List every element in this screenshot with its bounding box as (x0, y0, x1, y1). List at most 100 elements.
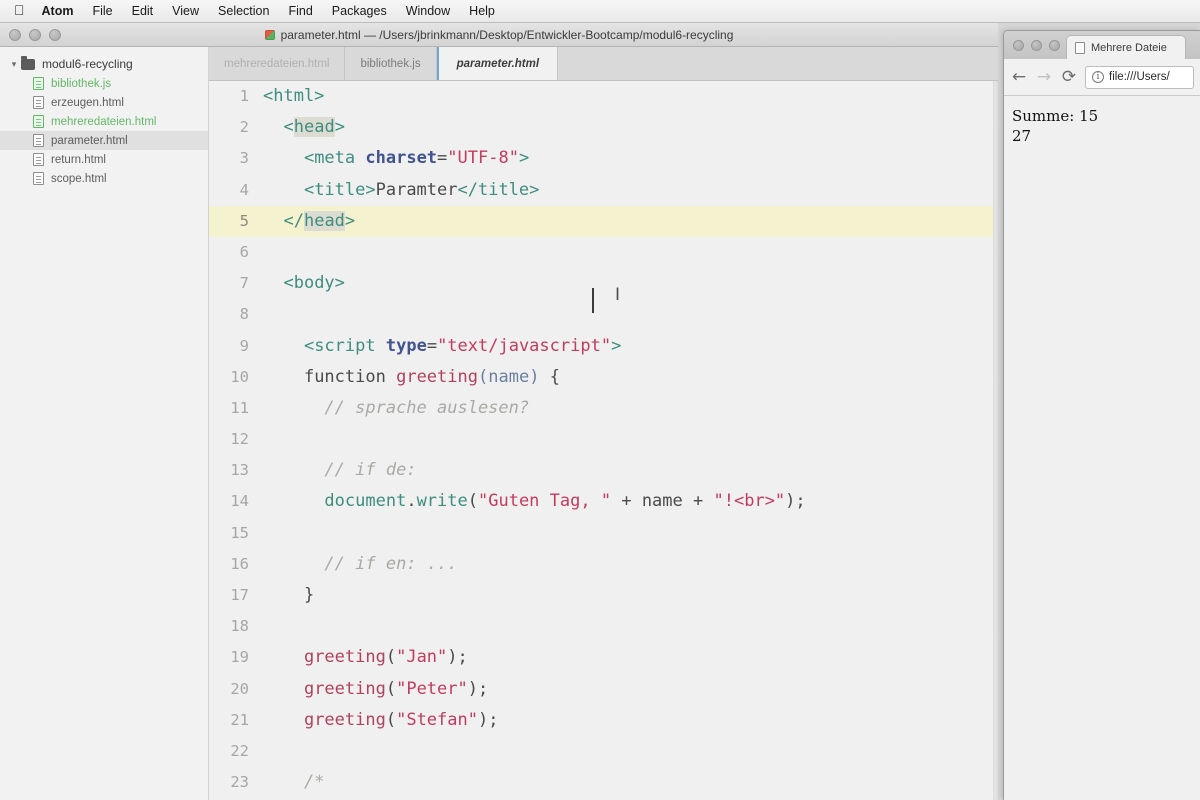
code-text[interactable]: // if de: (263, 455, 416, 486)
atom-titlebar: parameter.html — /Users/jbrinkmann/Deskt… (0, 23, 998, 47)
code-text[interactable]: </head> (263, 206, 355, 237)
file-icon (33, 134, 44, 147)
mouse-text-cursor-icon: I (615, 285, 621, 305)
code-text[interactable]: greeting("Stefan"); (263, 705, 499, 736)
line-number: 3 (239, 149, 249, 168)
line-number: 9 (239, 336, 249, 355)
line-number: 11 (230, 398, 249, 417)
line-number: 16 (230, 554, 249, 573)
tree-item-erzeugen-html[interactable]: erzeugen.html (0, 93, 208, 112)
tree-item-scope-html[interactable]: scope.html (0, 169, 208, 188)
chevron-down-icon[interactable]: ▾ (8, 59, 20, 69)
browser-tab-label: Mehrere Dateie (1091, 41, 1167, 54)
tabbar-empty-space (558, 47, 998, 80)
tree-root-folder[interactable]: ▾ modul6-recycling (0, 54, 208, 74)
code-text[interactable]: function greeting(name) { (263, 362, 560, 393)
browser-tabstrip: Mehrere Dateie (1004, 31, 1200, 59)
folder-icon (21, 55, 35, 70)
menu-item-edit[interactable]: Edit (132, 4, 154, 18)
code-line: 16 // if en: ... (209, 549, 998, 580)
menu-item-help[interactable]: Help (469, 4, 495, 18)
code-line: 13 // if de: (209, 455, 998, 486)
tree-view[interactable]: ▾ modul6-recycling bibliothek.js erzeuge… (0, 47, 209, 800)
tree-item-bibliothek-js[interactable]: bibliothek.js (0, 74, 208, 93)
line-number: 8 (239, 305, 249, 324)
back-button[interactable]: ← (1010, 68, 1028, 86)
code-text[interactable]: <script type="text/javascript"> (263, 331, 621, 362)
line-number: 18 (230, 617, 249, 636)
menu-item-find[interactable]: Find (288, 4, 312, 18)
code-text[interactable]: document.write("Guten Tag, " + name + "!… (263, 486, 805, 517)
code-text[interactable]: /* (263, 767, 324, 798)
atom-app-icon (264, 29, 275, 40)
tree-item-label: erzeugen.html (51, 96, 124, 109)
code-text[interactable]: <title>Paramter</title> (263, 175, 539, 206)
address-bar[interactable]: i file:///Users/ (1085, 65, 1194, 89)
code-line: 6 (209, 237, 998, 268)
tab-mehreredateien-html[interactable]: mehreredateien.html (209, 47, 346, 80)
line-number: 7 (239, 274, 249, 293)
code-text[interactable]: // if en: ... (263, 549, 457, 580)
window-controls (0, 28, 61, 41)
editor-vertical-scrollbar[interactable] (993, 81, 998, 800)
browser-maximize-button[interactable] (1049, 40, 1060, 51)
code-text[interactable]: greeting("Peter"); (263, 674, 488, 705)
page-output-line: 27 (1012, 127, 1032, 146)
address-bar-text: file:///Users/ (1109, 71, 1170, 83)
code-text[interactable]: // sprache auslesen? (263, 393, 529, 424)
text-caret (592, 288, 594, 313)
forward-button[interactable]: → (1035, 68, 1053, 86)
tree-item-parameter-html[interactable]: parameter.html (0, 131, 208, 150)
code-text[interactable]: greeting("Jan"); (263, 642, 468, 673)
menu-item-selection[interactable]: Selection (218, 4, 269, 18)
tree-item-return-html[interactable]: return.html (0, 150, 208, 169)
code-text[interactable]: <html> (263, 81, 324, 112)
line-number: 14 (230, 492, 249, 511)
file-icon (33, 172, 44, 185)
tree-item-label: bibliothek.js (51, 77, 112, 90)
line-number: 2 (239, 118, 249, 137)
code-line-active: 5 </head> (209, 205, 998, 237)
menu-item-file[interactable]: File (92, 4, 112, 18)
code-text[interactable]: <meta charset="UTF-8"> (263, 143, 529, 174)
browser-toolbar: ← → ⟳ i file:///Users/ (1004, 59, 1200, 96)
code-text[interactable]: <head> (263, 112, 345, 143)
code-line: 14 document.write("Guten Tag, " + name +… (209, 486, 998, 517)
menu-item-atom[interactable]: Atom (42, 4, 74, 18)
code-line: 20 greeting("Peter"); (209, 674, 998, 705)
code-text[interactable]: <body> (263, 268, 344, 299)
browser-tab-mehrere-dateien[interactable]: Mehrere Dateie (1066, 35, 1186, 59)
code-line: 15 (209, 518, 998, 549)
menu-item-packages[interactable]: Packages (332, 4, 387, 18)
info-icon[interactable]: i (1092, 71, 1104, 83)
minimize-button[interactable] (29, 28, 41, 41)
file-icon (33, 96, 44, 109)
tab-parameter-html[interactable]: parameter.html (436, 47, 559, 80)
maximize-button[interactable] (49, 28, 61, 41)
line-number: 22 (230, 741, 249, 760)
line-number: 6 (239, 242, 249, 261)
menu-item-view[interactable]: View (172, 4, 199, 18)
file-icon (33, 115, 44, 128)
code-editor[interactable]: 1 <html> 2 <head> 3 <meta charset="UTF-8… (209, 81, 998, 800)
code-line: 17 } (209, 580, 998, 611)
macos-menubar:  Atom File Edit View Selection Find Pac… (0, 0, 1200, 23)
menu-item-window[interactable]: Window (406, 4, 450, 18)
reload-button[interactable]: ⟳ (1060, 68, 1078, 86)
line-number: 13 (230, 461, 249, 480)
code-line: 7 <body> (209, 268, 998, 299)
editor-pane: mehreredateien.html bibliothek.js parame… (209, 47, 998, 800)
tree-item-mehreredateien-html[interactable]: mehreredateien.html (0, 112, 208, 131)
browser-minimize-button[interactable] (1031, 40, 1042, 51)
tree-item-label: scope.html (51, 172, 107, 185)
apple-icon[interactable]:  (14, 3, 25, 17)
browser-close-button[interactable] (1013, 40, 1024, 51)
code-text[interactable]: } (263, 580, 314, 611)
code-line: 8 (209, 299, 998, 330)
code-line: 3 <meta charset="UTF-8"> (209, 143, 998, 174)
tab-bibliothek-js[interactable]: bibliothek.js (345, 47, 437, 80)
close-button[interactable] (9, 28, 21, 41)
code-line: 11 // sprache auslesen? (209, 393, 998, 424)
line-number: 20 (230, 679, 249, 698)
code-line: 4 <title>Paramter</title> (209, 175, 998, 206)
